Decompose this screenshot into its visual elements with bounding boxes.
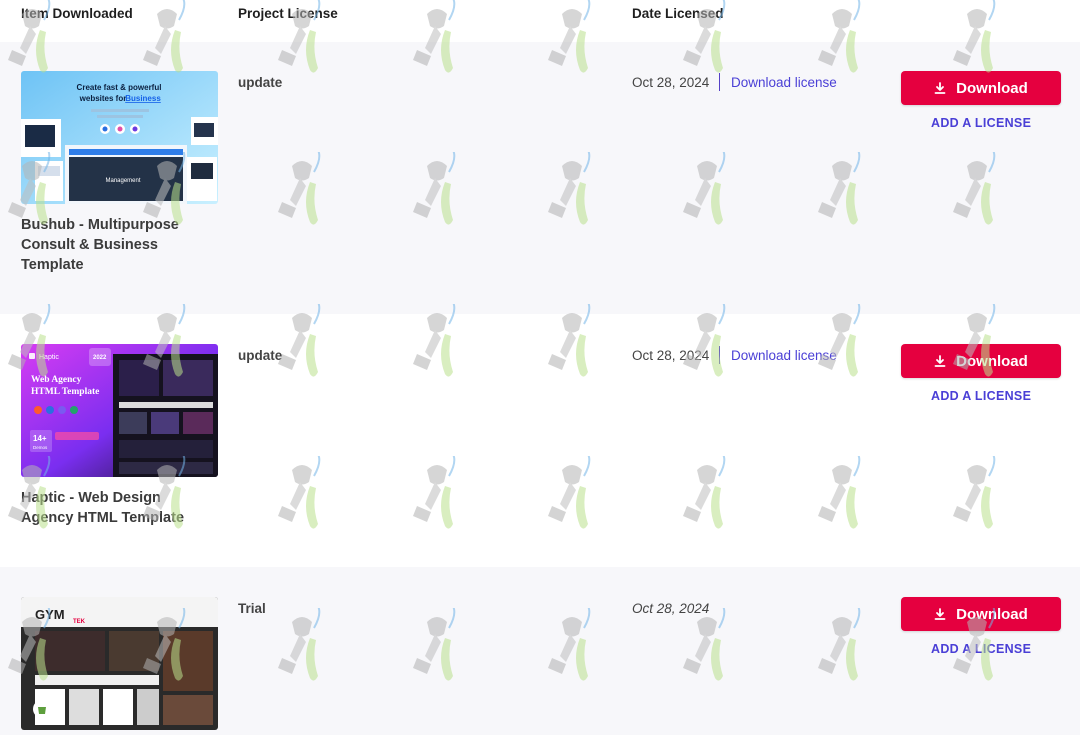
- svg-text:GYM: GYM: [35, 607, 65, 622]
- download-button[interactable]: Download: [901, 344, 1061, 378]
- svg-text:Web Agency: Web Agency: [31, 375, 82, 385]
- svg-text:Demos: Demos: [33, 445, 48, 450]
- table-row: GYM TEK Trial Oct 28, 2024 Download ADD …: [0, 567, 1080, 735]
- svg-text:Create fast & powerful: Create fast & powerful: [77, 83, 162, 92]
- project-license: update: [238, 75, 283, 90]
- column-header-item: Item Downloaded: [21, 6, 133, 21]
- item-title[interactable]: Bushub - Multipurpose Consult & Business…: [21, 215, 211, 275]
- item-title[interactable]: Haptic - Web Design Agency HTML Template: [21, 488, 211, 528]
- download-button-label: Download: [956, 79, 1028, 97]
- svg-text:TEK: TEK: [73, 619, 86, 625]
- download-button[interactable]: Download: [901, 597, 1061, 631]
- svg-text:Business: Business: [125, 94, 161, 103]
- svg-text:HTML Template: HTML Template: [31, 387, 99, 397]
- svg-text:2022: 2022: [93, 355, 107, 361]
- download-license-link[interactable]: Download license: [731, 75, 837, 90]
- date-licensed: Oct 28, 2024: [632, 75, 710, 90]
- column-header-date: Date Licensed: [632, 6, 724, 21]
- divider: [719, 346, 720, 364]
- add-license-link[interactable]: ADD A LICENSE: [931, 116, 1031, 130]
- column-header-license: Project License: [238, 6, 338, 21]
- add-license-link[interactable]: ADD A LICENSE: [931, 389, 1031, 403]
- download-button[interactable]: Download: [901, 71, 1061, 105]
- download-arrow-icon: [934, 608, 946, 620]
- table-row: Create fast & powerful websites for Busi…: [0, 42, 1080, 314]
- shopify-bag-icon: [38, 707, 46, 714]
- item-thumbnail[interactable]: Create fast & powerful websites for Busi…: [21, 71, 218, 204]
- date-licensed: Oct 28, 2024: [632, 348, 710, 363]
- table-row: Haptic Web Agency HTML Template 14+ Demo…: [0, 314, 1080, 567]
- download-button-label: Download: [956, 352, 1028, 370]
- svg-text:14+: 14+: [33, 434, 47, 443]
- svg-text:Management: Management: [105, 178, 140, 184]
- download-button-label: Download: [956, 605, 1028, 623]
- add-license-link[interactable]: ADD A LICENSE: [931, 642, 1031, 656]
- project-license: update: [238, 348, 283, 363]
- date-licensed: Oct 28, 2024: [632, 601, 710, 616]
- svg-text:websites for: websites for: [79, 94, 127, 103]
- item-thumbnail[interactable]: Haptic Web Agency HTML Template 14+ Demo…: [21, 344, 218, 477]
- svg-text:Haptic: Haptic: [39, 354, 59, 361]
- table-header: Item Downloaded Project License Date Lic…: [0, 0, 1080, 42]
- download-license-link[interactable]: Download license: [731, 348, 837, 363]
- item-thumbnail[interactable]: GYM TEK: [21, 597, 218, 730]
- divider: [719, 73, 720, 91]
- project-license: Trial: [238, 601, 266, 616]
- download-arrow-icon: [934, 355, 946, 367]
- download-arrow-icon: [934, 82, 946, 94]
